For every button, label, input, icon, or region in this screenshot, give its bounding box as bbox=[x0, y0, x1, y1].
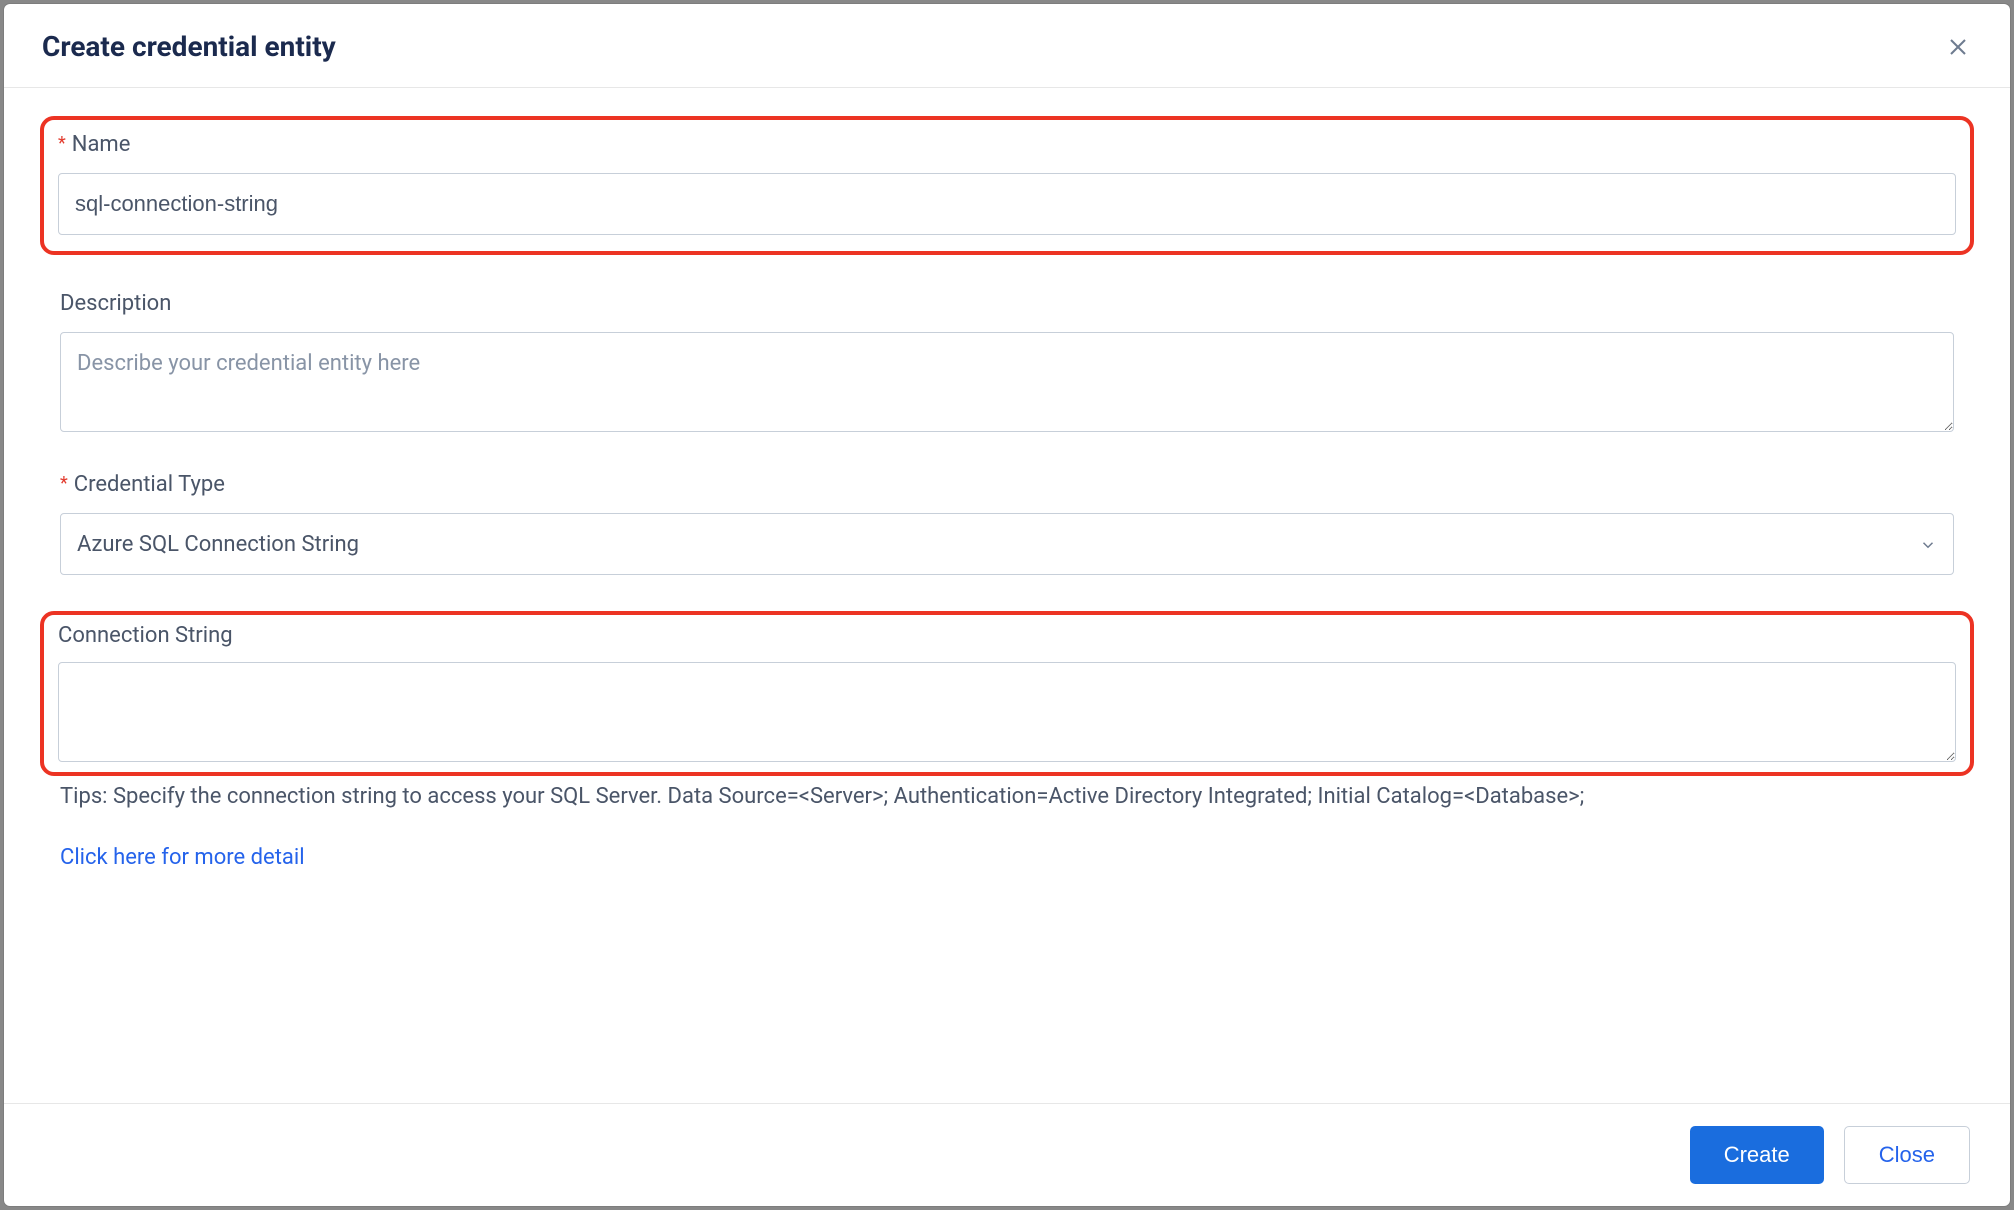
more-detail-link[interactable]: Click here for more detail bbox=[60, 845, 305, 870]
create-button[interactable]: Create bbox=[1690, 1126, 1824, 1184]
connection-string-field-group: Connection String bbox=[40, 611, 1974, 776]
name-label: *Name bbox=[58, 132, 1956, 157]
description-label: Description bbox=[60, 291, 1954, 316]
credential-type-value: Azure SQL Connection String bbox=[77, 532, 359, 557]
close-button[interactable]: Close bbox=[1844, 1126, 1970, 1184]
modal-title: Create credential entity bbox=[42, 30, 336, 63]
more-detail-link-wrap: Click here for more detail bbox=[60, 845, 1954, 870]
modal-footer: Create Close bbox=[4, 1103, 2010, 1206]
close-icon[interactable] bbox=[1946, 35, 1970, 59]
create-credential-modal: Create credential entity *Name Descripti… bbox=[4, 4, 2010, 1206]
credential-type-label: *Credential Type bbox=[60, 472, 1954, 497]
required-star-icon: * bbox=[60, 473, 68, 494]
credential-type-field-group: *Credential Type Azure SQL Connection St… bbox=[60, 472, 1954, 575]
modal-header: Create credential entity bbox=[4, 4, 2010, 88]
connection-string-input[interactable] bbox=[58, 662, 1956, 762]
credential-type-select[interactable]: Azure SQL Connection String bbox=[60, 513, 1954, 575]
connection-string-label: Connection String bbox=[58, 623, 1956, 648]
name-field-group: *Name bbox=[40, 116, 1974, 255]
description-input[interactable] bbox=[60, 332, 1954, 432]
description-field-group: Description bbox=[60, 291, 1954, 436]
tips-text: Tips: Specify the connection string to a… bbox=[60, 784, 1954, 809]
required-star-icon: * bbox=[58, 133, 66, 154]
modal-body: *Name Description *Credential Type Azure… bbox=[4, 88, 2010, 1103]
name-input[interactable] bbox=[58, 173, 1956, 235]
chevron-down-icon bbox=[1919, 535, 1937, 553]
